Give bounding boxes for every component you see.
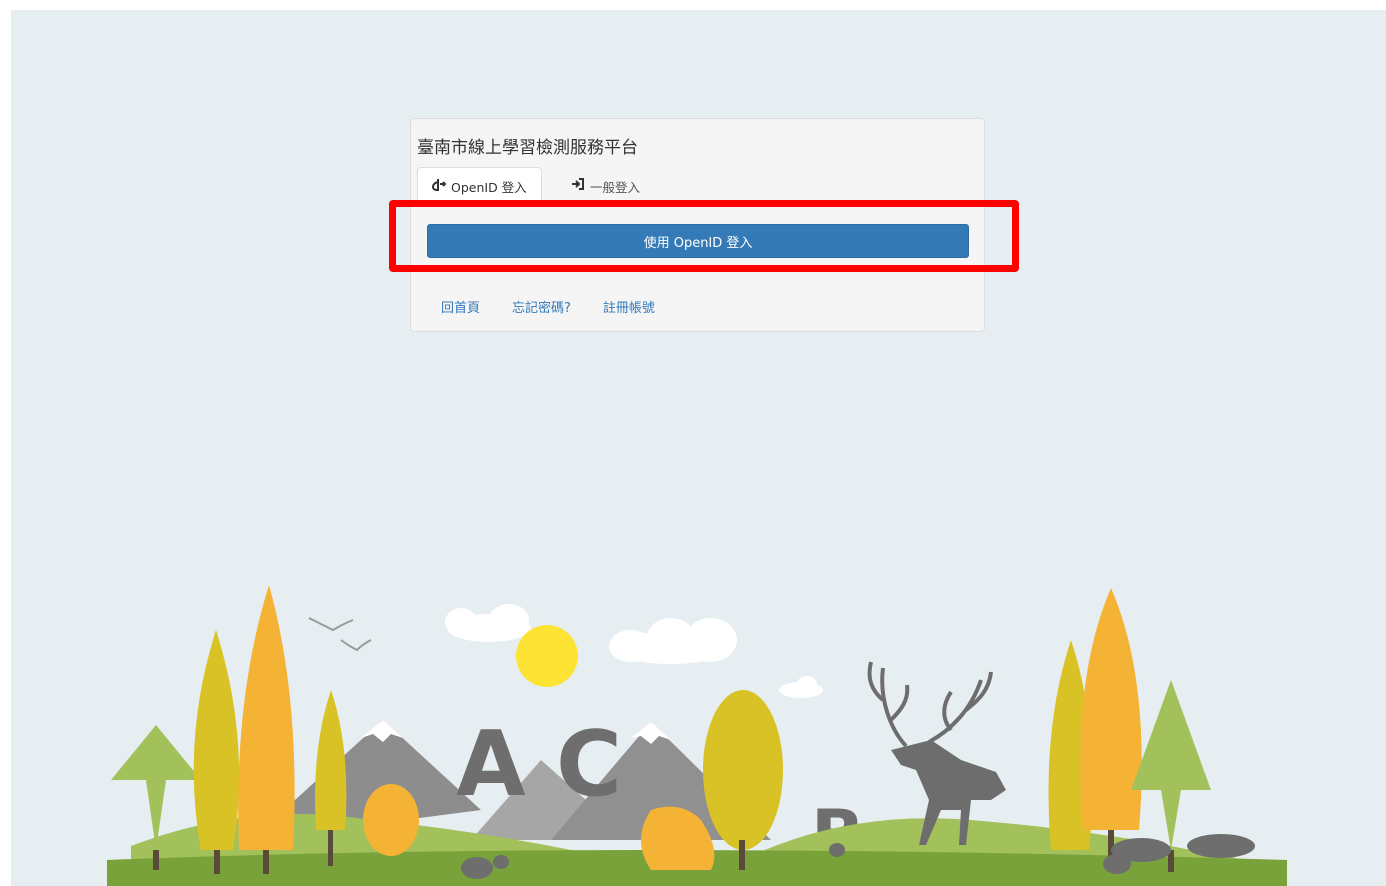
footer-links: 回首頁 忘記密碼? 註冊帳號	[441, 297, 655, 316]
sign-in-icon	[571, 177, 585, 195]
register-link[interactable]: 註冊帳號	[603, 297, 655, 316]
highlight-box	[389, 200, 1019, 272]
landscape-illustration: A C B	[107, 585, 1287, 886]
cloud-icon	[779, 676, 823, 698]
letter-c: C	[556, 712, 622, 817]
openid-icon	[431, 178, 447, 196]
bird-icon	[340, 639, 372, 652]
tab-general-label: 一般登入	[590, 179, 641, 195]
letter-a: A	[456, 712, 526, 817]
page-title: 臺南市線上學習檢測服務平台	[417, 138, 638, 158]
deer-illustration	[867, 661, 1006, 845]
cloud-icon	[445, 604, 531, 642]
sun-icon	[516, 625, 578, 687]
home-link[interactable]: 回首頁	[441, 297, 480, 316]
bird-icon	[308, 617, 354, 632]
page-background: 臺南市線上學習檢測服務平台 OpenID 登入 一般登入 使用 OpenID 登…	[11, 10, 1386, 886]
cloud-icon	[609, 618, 737, 664]
tab-openid-label: OpenID 登入	[451, 180, 527, 195]
forgot-password-link[interactable]: 忘記密碼?	[512, 297, 571, 316]
